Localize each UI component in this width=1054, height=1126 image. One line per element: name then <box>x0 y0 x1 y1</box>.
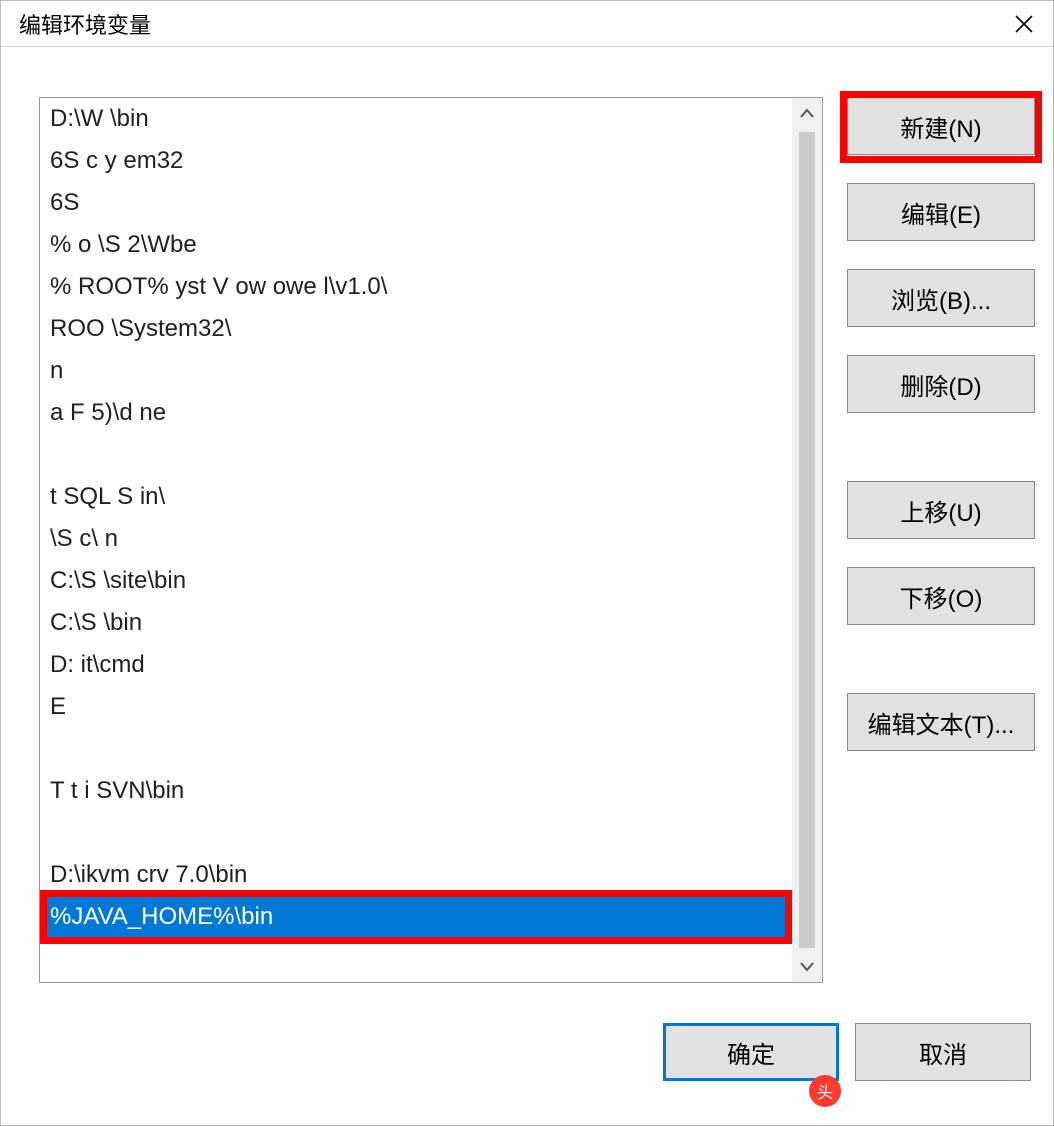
titlebar: 编辑环境变量 <box>1 1 1053 47</box>
scrollbar[interactable] <box>792 98 822 982</box>
list-item[interactable]: a F 5)\d ne <box>40 392 792 434</box>
list-item[interactable]: \S c\ n <box>40 518 792 560</box>
list-item[interactable]: D:\ikvm crv 7.0\bin <box>40 854 792 896</box>
browse-button[interactable]: 浏览(B)... <box>847 269 1035 327</box>
list-item[interactable]: D:\W \bin <box>40 98 792 140</box>
list-item[interactable]: % o \S 2\Wbe <box>40 224 792 266</box>
list-item[interactable]: T t i SVN\bin <box>40 770 792 812</box>
list-item[interactable]: n <box>40 350 792 392</box>
cancel-button[interactable]: 取消 <box>855 1023 1031 1081</box>
new-button[interactable]: 新建(N) <box>847 97 1035 155</box>
edit-button[interactable]: 编辑(E) <box>847 183 1035 241</box>
move-down-button[interactable]: 下移(O) <box>847 567 1035 625</box>
scroll-down-icon[interactable] <box>792 952 822 982</box>
move-up-button[interactable]: 上移(U) <box>847 481 1035 539</box>
delete-button[interactable]: 删除(D) <box>847 355 1035 413</box>
ok-button[interactable]: 确定 <box>663 1023 839 1081</box>
list-item[interactable]: ROO \System32\ <box>40 308 792 350</box>
dialog-footer: 确定 取消 <box>39 1023 1035 1081</box>
close-icon <box>1015 15 1033 33</box>
list-item[interactable] <box>40 812 792 854</box>
list-item[interactable]: %JAVA_HOME%\bin <box>40 896 792 938</box>
button-column: 新建(N) 编辑(E) 浏览(B)... 删除(D) 上移(U) 下移(O) 编… <box>847 97 1035 751</box>
list-item[interactable]: 6S <box>40 182 792 224</box>
list-item[interactable]: % ROOT% yst V ow owe l\v1.0\ <box>40 266 792 308</box>
list-item[interactable]: C:\S \bin <box>40 602 792 644</box>
list-item[interactable]: E <box>40 686 792 728</box>
list-item[interactable] <box>40 728 792 770</box>
close-button[interactable] <box>995 1 1053 47</box>
scroll-up-icon[interactable] <box>792 98 822 128</box>
list-item[interactable]: 6S c y em32 <box>40 140 792 182</box>
dialog-content: D:\W \bin 6S c y em32 6S% o \S 2\Wbe% RO… <box>1 47 1053 1125</box>
list-item[interactable] <box>40 434 792 476</box>
dialog-window: 编辑环境变量 D:\W \bin 6S c y em32 6S% o \S 2\… <box>0 0 1054 1126</box>
list-item[interactable]: t SQL S in\ <box>40 476 792 518</box>
scroll-thumb[interactable] <box>799 132 815 948</box>
list-item[interactable]: C:\S \site\bin <box>40 560 792 602</box>
list-item[interactable]: D: it\cmd <box>40 644 792 686</box>
path-listbox[interactable]: D:\W \bin 6S c y em32 6S% o \S 2\Wbe% RO… <box>39 97 823 983</box>
edit-text-button[interactable]: 编辑文本(T)... <box>847 693 1035 751</box>
window-title: 编辑环境变量 <box>19 8 151 40</box>
